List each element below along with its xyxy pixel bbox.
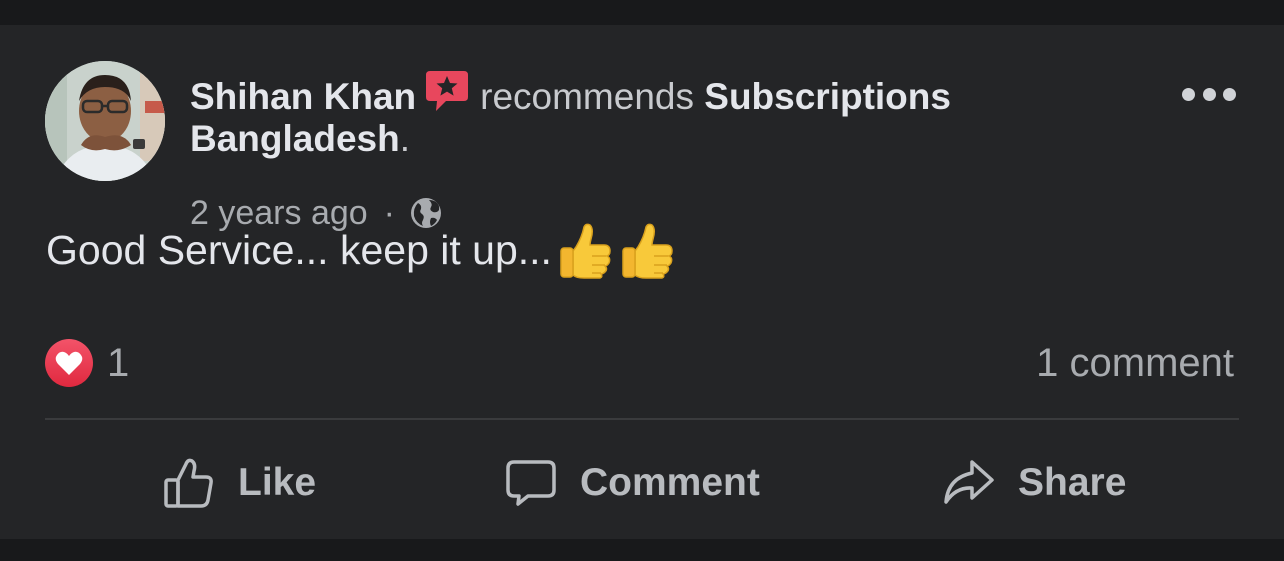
like-icon <box>164 458 213 508</box>
post-text: Good Service... keep it up... <box>46 226 552 273</box>
action-bar: Like Comment Share <box>0 445 1284 521</box>
screen: Shihan Khan recommends Subscriptions Ban… <box>0 0 1284 561</box>
author-name[interactable]: Shihan Khan <box>190 76 416 117</box>
reaction-summary[interactable]: 1 <box>45 338 129 388</box>
thumbs-up-emoji-icon <box>622 223 673 279</box>
post-header: Shihan Khan recommends Subscriptions Ban… <box>190 69 1070 160</box>
love-reaction-icon <box>45 339 93 387</box>
page-name-part-1: Subscriptions <box>704 76 951 117</box>
author-avatar[interactable] <box>45 61 165 181</box>
post-card: Shihan Khan recommends Subscriptions Ban… <box>0 25 1284 539</box>
more-options-button[interactable] <box>1182 83 1236 105</box>
page-name-part-2: Bangladesh <box>190 118 400 159</box>
emoji-group <box>556 221 680 279</box>
like-button[interactable]: Like <box>162 445 316 521</box>
dot-icon <box>1202 87 1216 101</box>
recommends-verb: recommends <box>480 76 694 117</box>
comment-button[interactable]: Comment <box>504 445 760 521</box>
dot-icon <box>1182 87 1195 101</box>
period: . <box>399 118 410 159</box>
share-icon <box>944 460 994 504</box>
post-body: Good Service... keep it up... <box>46 220 680 280</box>
comment-count-link[interactable]: 1 comment <box>1036 338 1234 388</box>
share-label: Share <box>1018 461 1127 504</box>
divider <box>45 418 1239 420</box>
share-button[interactable]: Share <box>942 445 1126 521</box>
dot-icon <box>1223 87 1236 101</box>
recommendation-star-icon <box>424 69 470 113</box>
comment-icon <box>506 460 556 506</box>
comment-label: Comment <box>580 461 760 504</box>
thumbs-up-emoji-icon <box>560 223 611 279</box>
avatar-photo <box>45 61 165 181</box>
reaction-count: 1 <box>107 340 130 385</box>
like-label: Like <box>238 461 317 504</box>
